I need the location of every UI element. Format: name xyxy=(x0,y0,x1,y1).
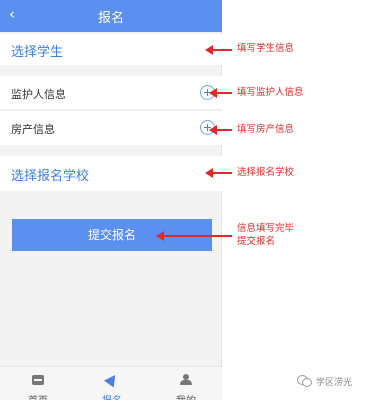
house-info-row[interactable]: 房产信息 xyxy=(0,111,222,145)
annotation-school: 选择报名学校 xyxy=(237,167,295,178)
tab-home-label: 首页 xyxy=(8,392,68,400)
annotation-arrow-student xyxy=(205,45,232,55)
nav-header: ‹ 报名 xyxy=(0,0,222,32)
annotation-house: 填写房产信息 xyxy=(237,124,295,135)
annotation-arrow-guardian xyxy=(209,88,232,98)
tab-signup-label: 报名 xyxy=(82,392,142,400)
annotation-guardian: 填写监护人信息 xyxy=(237,87,304,98)
select-student-row[interactable]: 选择学生 xyxy=(0,34,222,65)
annotation-arrow-house xyxy=(209,125,232,135)
tab-signup[interactable]: 报名 xyxy=(82,370,142,400)
page-title: 报名 xyxy=(97,11,124,26)
phone-screen: ‹ 报名 选择学生 监护人信息 房产信息 选择报名学校 提交报名 首页 报名 我… xyxy=(0,0,222,400)
annotation-student: 填写学生信息 xyxy=(237,43,295,54)
guardian-info-label: 监护人信息 xyxy=(11,88,66,101)
select-student-label: 选择学生 xyxy=(11,45,64,60)
select-school-label: 选择报名学校 xyxy=(11,169,90,184)
annotation-arrow-submit xyxy=(156,231,232,241)
tab-home[interactable]: 首页 xyxy=(8,370,68,400)
house-info-label: 房产信息 xyxy=(11,123,55,136)
guardian-info-row[interactable]: 监护人信息 xyxy=(0,76,222,110)
annotation-arrow-school xyxy=(205,168,232,178)
wechat-icon xyxy=(297,375,312,387)
home-icon xyxy=(32,375,44,385)
user-icon xyxy=(180,374,192,385)
annotation-submit-line2: 提交报名 xyxy=(237,236,276,247)
tab-bar: 首页 报名 我的 xyxy=(0,366,222,400)
watermark: 学区涝光 xyxy=(316,378,353,388)
select-school-row[interactable]: 选择报名学校 xyxy=(0,156,222,191)
send-icon xyxy=(103,371,121,388)
annotation-submit-line1: 信息填写完毕 xyxy=(237,223,295,234)
tab-mine[interactable]: 我的 xyxy=(156,370,216,400)
tab-mine-label: 我的 xyxy=(156,392,216,400)
